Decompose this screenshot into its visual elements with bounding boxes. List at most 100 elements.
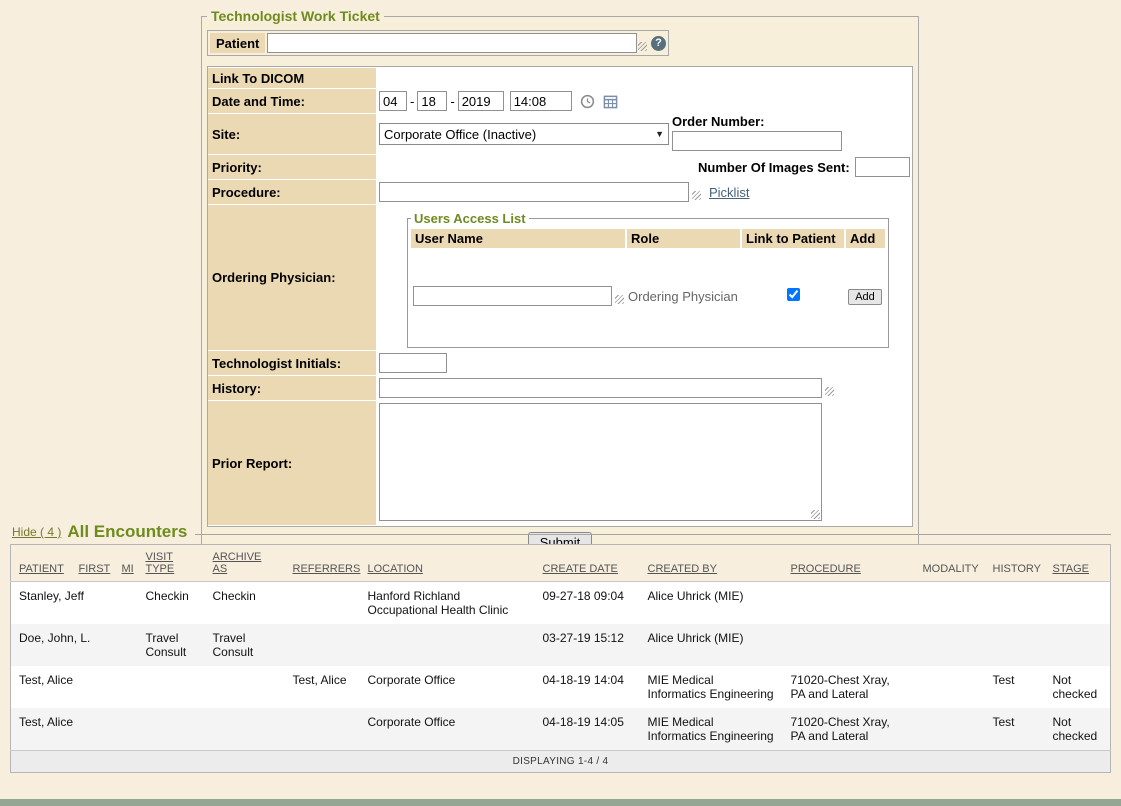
order-number-input[interactable] (672, 131, 842, 151)
images-sent-input[interactable] (855, 157, 910, 177)
site-label: Site: (208, 114, 376, 154)
date-month-input[interactable] (379, 91, 407, 111)
site-select[interactable]: Corporate Office (Inactive) ▼ (379, 123, 669, 145)
resize-grip[interactable] (825, 387, 834, 396)
patient-label: Patient (210, 33, 265, 53)
history-input[interactable] (379, 378, 822, 398)
link-to-patient-checkbox[interactable] (787, 288, 800, 301)
hide-encounters-link[interactable]: Hide ( 4 ) (12, 525, 61, 539)
users-access-list-title: Users Access List (411, 211, 529, 226)
user-name-input[interactable] (413, 286, 612, 306)
cell-created-by: MIE Medical Informatics Engineering (640, 708, 783, 751)
procedure-input[interactable] (379, 182, 689, 202)
cell-archive-as (205, 666, 285, 708)
column-header-mi[interactable]: MI (122, 563, 134, 575)
resize-grip[interactable] (615, 295, 624, 304)
column-header-link-to-patient: Link to Patient (741, 229, 845, 248)
prior-report-label: Prior Report: (208, 401, 376, 525)
displaying-count: DISPLAYING 1-4 / 4 (11, 751, 1111, 773)
date-time-group: - - (379, 91, 909, 111)
cell-modality (915, 708, 985, 751)
form-title: Technologist Work Ticket (207, 8, 384, 24)
work-ticket-fields: Link To DICOM Date and Time: - - (207, 66, 913, 527)
encounter-row[interactable]: Doe, John, L. Travel Consult Travel Cons… (11, 624, 1111, 666)
cell-create-date: 04-18-19 14:04 (535, 666, 640, 708)
chevron-down-icon: ▼ (651, 129, 664, 139)
cell-stage: Not checked (1045, 666, 1111, 708)
prior-report-textarea[interactable] (379, 403, 822, 521)
images-sent-label: Number Of Images Sent: (698, 160, 850, 175)
patient-input[interactable] (267, 33, 637, 53)
column-header-modality: MODALITY (923, 563, 979, 575)
column-header-stage[interactable]: STAGE (1053, 563, 1089, 575)
cell-created-by: MIE Medical Informatics Engineering (640, 666, 783, 708)
clock-icon[interactable] (580, 94, 595, 109)
cell-create-date: 04-18-19 14:05 (535, 708, 640, 751)
help-icon[interactable]: ? (651, 36, 666, 51)
cell-procedure: 71020-Chest Xray, PA and Lateral (783, 666, 915, 708)
cell-history (985, 582, 1045, 625)
users-access-table: User Name Role Link to Patient Add (411, 229, 885, 344)
calendar-icon[interactable] (603, 94, 618, 109)
time-input[interactable] (510, 91, 572, 111)
date-separator: - (410, 94, 414, 109)
procedure-group: Picklist (379, 182, 909, 202)
cell-referrers: Test, Alice (285, 666, 360, 708)
column-header-visit-type[interactable]: VISIT TYPE (146, 551, 175, 575)
encounters-table: PATIENT FIRST MI VISIT TYPE ARCHIVE AS R… (10, 544, 1111, 773)
procedure-label: Procedure: (208, 180, 376, 204)
user-access-row: Ordering Physician Add (411, 248, 885, 344)
encounter-row[interactable]: Stanley, Jeff Checkin Checkin Hanford Ri… (11, 582, 1111, 625)
role-value: Ordering Physician (626, 248, 741, 344)
cell-location (360, 624, 535, 666)
cell-archive-as: Checkin (205, 582, 285, 625)
divider (195, 534, 1111, 535)
patient-field-group: Patient ? (207, 30, 669, 56)
picklist-link[interactable]: Picklist (709, 185, 749, 200)
cell-procedure: 71020-Chest Xray, PA and Lateral (783, 708, 915, 751)
pagination-row: DISPLAYING 1-4 / 4 (11, 751, 1111, 773)
ordering-physician-label: Ordering Physician: (208, 205, 376, 350)
cell-create-date: 03-27-19 15:12 (535, 624, 640, 666)
column-header-first[interactable]: FIRST (79, 563, 111, 575)
cell-patient-name: Stanley, Jeff (11, 582, 138, 625)
cell-stage (1045, 624, 1111, 666)
cell-patient-name: Test, Alice (11, 666, 138, 708)
encounters-header-row: PATIENT FIRST MI VISIT TYPE ARCHIVE AS R… (11, 545, 1111, 582)
date-day-input[interactable] (417, 91, 447, 111)
technologist-initials-input[interactable] (379, 353, 447, 373)
cell-archive-as: Travel Consult (205, 624, 285, 666)
order-number-label: Order Number: (672, 114, 842, 129)
column-header-location[interactable]: LOCATION (368, 563, 423, 575)
order-number-group: Order Number: (672, 114, 842, 151)
history-label: History: (208, 376, 376, 400)
cell-procedure (783, 582, 915, 625)
encounter-row[interactable]: Test, Alice Test, Alice Corporate Office… (11, 666, 1111, 708)
column-header-create-date[interactable]: CREATE DATE (543, 563, 618, 575)
column-header-referrers[interactable]: REFERRERS (293, 563, 361, 575)
date-year-input[interactable] (458, 91, 504, 111)
cell-history: Test (985, 666, 1045, 708)
cell-location: Corporate Office (360, 708, 535, 751)
resize-grip[interactable] (638, 42, 647, 51)
technologist-work-ticket-form: Technologist Work Ticket Patient ? Link … (201, 8, 919, 562)
all-encounters-section: Hide ( 4 ) All Encounters PATIENT FIRST … (10, 522, 1111, 773)
column-header-patient[interactable]: PATIENT (19, 563, 64, 575)
column-header-created-by[interactable]: CREATED BY (648, 563, 717, 575)
column-header-procedure[interactable]: PROCEDURE (791, 563, 861, 575)
column-header-archive-as[interactable]: ARCHIVE AS (213, 551, 271, 575)
images-sent-group: Number Of Images Sent: (698, 157, 910, 177)
cell-referrers (285, 624, 360, 666)
cell-modality (915, 582, 985, 625)
priority-label: Priority: (208, 155, 376, 179)
date-time-label: Date and Time: (208, 89, 376, 113)
cell-created-by: Alice Uhrick (MIE) (640, 582, 783, 625)
encounter-row[interactable]: Test, Alice Corporate Office 04-18-19 14… (11, 708, 1111, 751)
resize-grip[interactable] (692, 191, 701, 200)
cell-create-date: 09-27-18 09:04 (535, 582, 640, 625)
cell-modality (915, 624, 985, 666)
cell-location: Hanford Richland Occupational Health Cli… (360, 582, 535, 625)
cell-patient-name: Test, Alice (11, 708, 138, 751)
add-user-button[interactable]: Add (848, 289, 882, 305)
resize-grip[interactable] (811, 510, 820, 519)
